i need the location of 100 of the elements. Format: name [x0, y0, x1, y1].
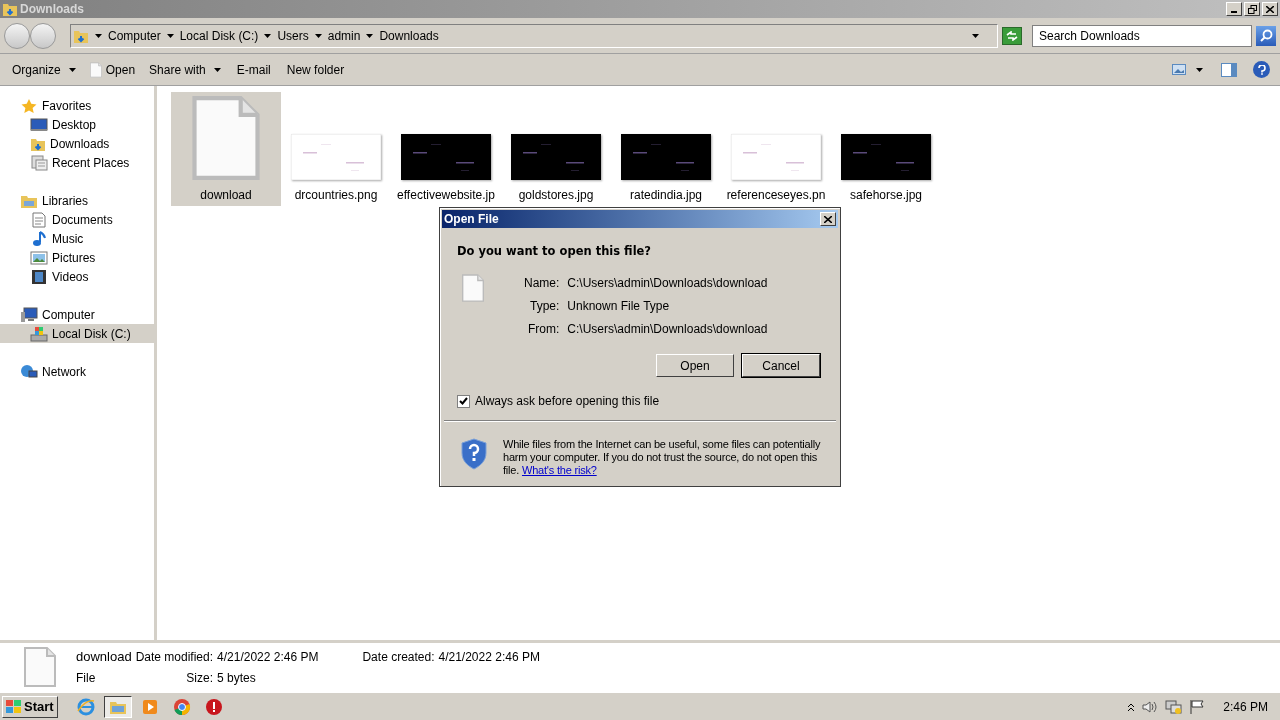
field-label: Type:	[529, 298, 560, 316]
risk-link[interactable]: What's the risk?	[522, 464, 597, 477]
view-button[interactable]	[1170, 64, 1205, 75]
details-file-name: download	[76, 648, 132, 666]
file-icon	[462, 274, 484, 303]
file-item[interactable]: safehorse.jpg	[831, 92, 941, 206]
nav-item[interactable]: Desktop	[0, 115, 154, 134]
breadcrumb[interactable]: Downloads	[379, 26, 439, 45]
breadcrumb-caret-icon	[366, 33, 374, 38]
film-icon	[30, 268, 48, 285]
window-title: Downloads	[20, 1, 84, 18]
file-item[interactable]: ratedindia.jpg	[611, 92, 721, 206]
details-label: Date modified:	[135, 649, 214, 666]
toolbar-button[interactable]: E-mail	[228, 57, 279, 82]
breadcrumb[interactable]: Users	[277, 26, 309, 45]
nav-group[interactable]: Network	[0, 362, 154, 381]
nav-item[interactable]: Documents	[0, 210, 154, 229]
dialog-title: Open File	[444, 211, 499, 228]
details-label: Size:	[185, 669, 214, 687]
windows-logo	[6, 699, 22, 714]
file-name: goldstores.jpg	[518, 187, 594, 204]
breadcrumb[interactable]: Computer	[108, 26, 161, 45]
preview-pane-icon	[1221, 62, 1237, 77]
breadcrumb-caret-icon	[166, 33, 174, 38]
clock[interactable]: 2:46 PM	[1223, 697, 1268, 716]
nav-item[interactable]: Videos	[0, 267, 154, 286]
taskbar-app-button[interactable]	[103, 695, 132, 718]
file-name: ratedindia.jpg	[629, 187, 703, 204]
search-button[interactable]	[1256, 25, 1276, 46]
file-item[interactable]: effectivewebsite.jp	[391, 92, 501, 206]
dialog-button[interactable]: Cancel	[742, 354, 820, 378]
details-label: Date created:	[362, 649, 435, 666]
dropdown-caret-icon	[68, 67, 76, 72]
nav-group-label: Computer	[42, 306, 95, 324]
search-field[interactable]: Search Downloads	[1032, 24, 1252, 47]
computer-icon	[20, 306, 38, 323]
dialog-close-button[interactable]	[820, 212, 836, 226]
close-icon	[824, 215, 832, 223]
warning-text: While files from the Internet can be useful, some files can potentially harm your computer. If you do not trust the source, do not open this file. What's the risk?	[503, 438, 822, 478]
start-button[interactable]: Start	[2, 695, 58, 718]
file-item[interactable]: referenceseyes.pn	[721, 92, 831, 206]
refresh-button[interactable]	[1002, 26, 1022, 45]
preview-pane-button[interactable]	[1219, 62, 1239, 77]
nav-item-label: Recent Places	[52, 154, 130, 172]
nav-item-label: Videos	[52, 268, 89, 286]
nav-group[interactable]: Libraries	[0, 191, 154, 210]
file-item[interactable]: download	[171, 92, 281, 206]
nav-group-label: Favorites	[42, 97, 92, 115]
show-hidden-icons-icon[interactable]	[1127, 701, 1136, 712]
chrome-icon	[172, 697, 191, 716]
help-button[interactable]	[1253, 61, 1270, 78]
address-bar[interactable]: Computer Local Disk (C:) Users admin Downloads	[70, 23, 998, 48]
toolbar-open-button[interactable]: Open	[83, 57, 142, 82]
details-value: 4/21/2022 2:46 PM	[217, 649, 319, 666]
nav-item[interactable]: Downloads	[0, 134, 154, 153]
file-item[interactable]: drcountries.png	[281, 92, 391, 206]
nav-item[interactable]: Local Disk (C:)	[0, 324, 154, 343]
nav-item[interactable]: Pictures	[0, 248, 154, 267]
details-file-type: File	[76, 669, 97, 687]
minimize-button[interactable]	[1226, 2, 1242, 16]
file-name: referenceseyes.pn	[726, 187, 826, 204]
close-button[interactable]	[1262, 2, 1278, 16]
view-caret-icon	[1196, 67, 1203, 72]
file-name: safehorse.jpg	[849, 187, 922, 204]
breadcrumb-caret-icon	[314, 33, 322, 38]
restore-button[interactable]	[1244, 2, 1260, 16]
nav-group[interactable]: Computer	[0, 305, 154, 324]
breadcrumb[interactable]: Local Disk (C:)	[179, 26, 259, 45]
file-item[interactable]: goldstores.jpg	[501, 92, 611, 206]
question-mark-icon	[1257, 64, 1266, 75]
browser-e-icon	[76, 697, 95, 716]
network-status-icon[interactable]	[1165, 698, 1184, 715]
nav-item-label: Desktop	[52, 116, 97, 134]
nav-item-label: Music	[52, 230, 84, 248]
address-dropdown-icon	[972, 33, 979, 38]
breadcrumb[interactable]: admin	[327, 26, 361, 45]
field-value: Unknown File Type	[567, 298, 671, 316]
nav-group[interactable]: Favorites	[0, 96, 154, 115]
star-icon	[20, 97, 38, 114]
checkbox[interactable]	[457, 394, 470, 408]
flag-icon[interactable]	[1189, 698, 1206, 715]
dropdown-caret-icon	[213, 67, 221, 72]
field-value: C:\Users\admin\Downloads\download	[567, 321, 768, 339]
dialog-question: Do you want to open this file?	[457, 243, 653, 260]
toolbar-menu-button[interactable]: Organize	[4, 57, 84, 82]
nav-item[interactable]: Music	[0, 229, 154, 248]
field-label: Name:	[524, 275, 560, 293]
shield-question-icon	[460, 438, 488, 471]
stop-sign-icon	[204, 697, 223, 716]
dialog-button[interactable]: Open	[656, 354, 734, 378]
close-icon	[1266, 5, 1274, 13]
field-label: From:	[527, 321, 560, 339]
file-icon	[24, 647, 56, 687]
toolbar-button[interactable]: New folder	[278, 57, 353, 82]
file-name: effectivewebsite.jp	[397, 187, 495, 204]
speaker-icon[interactable]	[1141, 699, 1160, 714]
toolbar-menu-button[interactable]: Share with	[141, 57, 229, 82]
view-icon	[1172, 64, 1186, 75]
search-icon	[1259, 29, 1273, 42]
nav-item[interactable]: Recent Places	[0, 153, 154, 172]
